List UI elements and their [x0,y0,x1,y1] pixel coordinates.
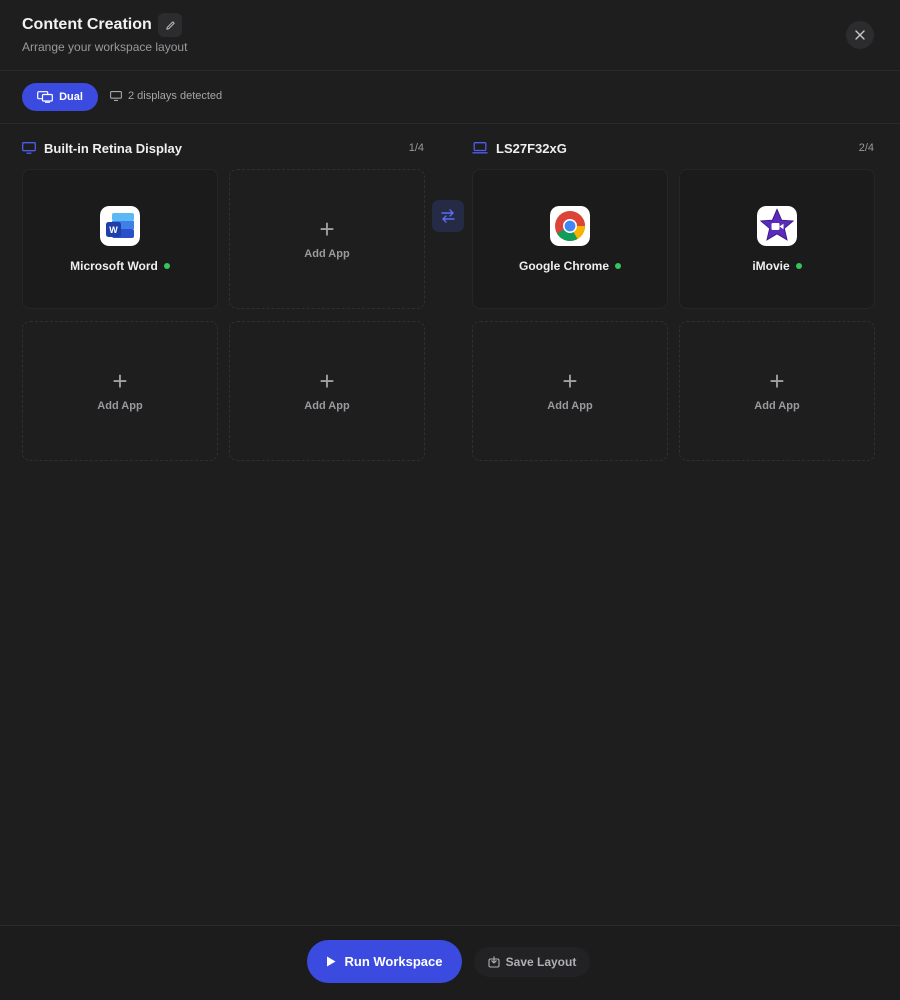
app-slot-microsoft-word[interactable]: W Microsoft Word [22,169,218,309]
run-workspace-button[interactable]: Run Workspace [307,940,462,983]
app-slot-google-chrome[interactable]: Google Chrome [472,169,668,309]
page-title: Content Creation [22,16,152,33]
display-slot-count: 2/4 [858,142,874,154]
dual-mode-button[interactable]: Dual [22,83,98,111]
display-name: LS27F32xG [496,140,567,156]
app-name-row: Microsoft Word [70,259,170,273]
plus-icon: + [769,366,785,396]
displays-detected-label: 2 displays detected [128,90,223,102]
display-header: LS27F32xG 2/4 [472,138,876,158]
app-name: iMovie [752,258,790,273]
add-app-label: Add App [547,400,593,412]
toolbar: Dual 2 displays detected [0,71,900,124]
add-app-slot[interactable]: + Add App [472,321,668,461]
plus-icon: + [319,214,335,244]
displays-detected-info: 2 displays detected [110,90,222,102]
app-slot-grid: W Microsoft Word + Add App + Add App + A… [22,169,425,461]
swap-displays-button[interactable] [432,200,464,232]
save-icon [488,956,500,968]
app-slot-imovie[interactable]: iMovie [679,169,875,309]
app-slot-grid: Google Chrome iMovie + Add App + Add App [472,169,875,461]
microsoft-word-icon: W [100,205,140,246]
play-icon [327,956,336,967]
close-button[interactable] [846,21,874,49]
page-subtitle: Arrange your workspace layout [22,40,188,54]
save-layout-label: Save Layout [505,955,577,969]
add-app-slot[interactable]: + Add App [22,321,218,461]
laptop-icon [472,142,488,154]
run-workspace-label: Run Workspace [344,954,443,969]
plus-icon: + [562,366,578,396]
imovie-icon [757,205,797,246]
add-app-label: Add App [304,400,350,412]
svg-text:W: W [109,225,118,235]
footer: Run Workspace Save Layout [0,925,900,1000]
running-status-dot [163,262,170,269]
pencil-icon [165,20,175,30]
monitor-icon [22,142,36,154]
google-chrome-icon [550,205,590,246]
display-slot-count: 1/4 [408,142,424,154]
swap-arrows-icon [441,209,455,223]
plus-icon: + [112,366,128,396]
header: Content Creation Arrange your workspace … [0,0,900,71]
add-app-slot[interactable]: + Add App [229,321,425,461]
app-name-row: iMovie [752,258,802,273]
monitor-icon [110,91,122,101]
running-status-dot [795,262,802,269]
app-name-row: Google Chrome [519,259,621,273]
plus-icon: + [319,366,335,396]
display-header: Built-in Retina Display 1/4 [22,138,426,158]
add-app-label: Add App [304,248,350,260]
running-status-dot [615,262,621,269]
add-app-slot[interactable]: + Add App [229,169,425,309]
add-app-label: Add App [754,400,800,412]
workspace-layout-window: Content Creation Arrange your workspace … [0,0,900,1000]
save-layout-button[interactable]: Save Layout [474,947,590,977]
add-app-slot[interactable]: + Add App [679,321,875,461]
dual-display-icon [37,91,53,103]
add-app-label: Add App [97,400,143,412]
close-icon [855,30,865,40]
mode-label: Dual [59,91,83,103]
edit-title-button[interactable] [158,13,182,37]
display-name: Built-in Retina Display [44,140,182,156]
app-name: Google Chrome [518,258,609,273]
app-name: Microsoft Word [70,258,158,273]
